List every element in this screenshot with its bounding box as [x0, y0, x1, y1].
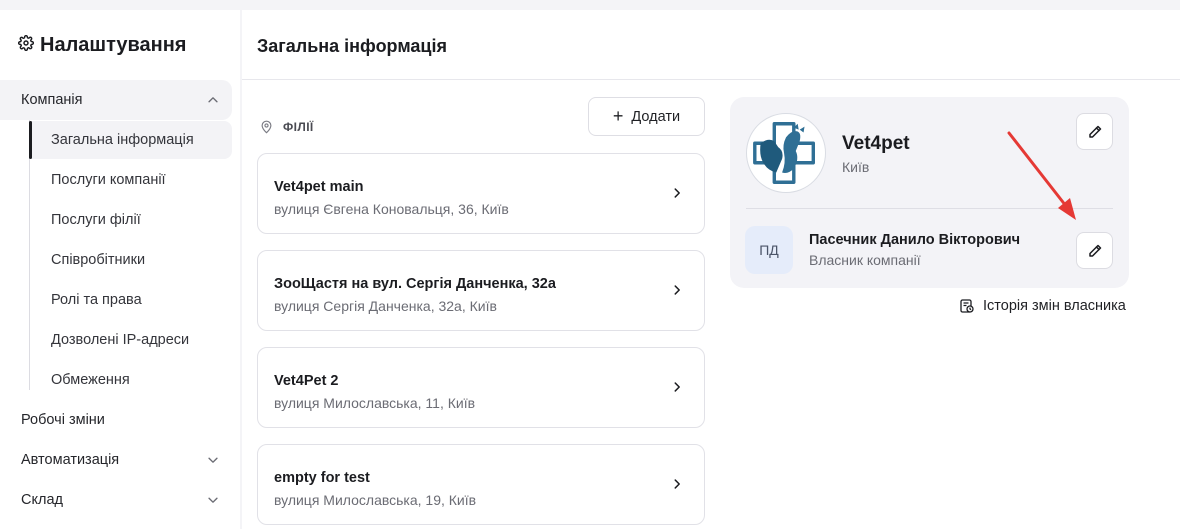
sidebar-item-label: Ролі та права: [51, 292, 142, 308]
sidebar-item-employees[interactable]: Співробітники: [30, 241, 232, 279]
settings-sidebar: Налаштування Компанія Загальна інформаці…: [0, 10, 240, 529]
branches-section-label: ФІЛІЇ: [260, 120, 314, 134]
sidebar-title: Налаштування: [17, 34, 187, 57]
branch-card[interactable]: Vet4pet main вулиця Євгена Коновальця, 3…: [257, 153, 705, 234]
branch-address: вулиця Милославська, 11, Київ: [274, 395, 476, 411]
company-name: Vet4pet: [842, 133, 910, 154]
sidebar-item-warehouse[interactable]: Склад: [0, 480, 232, 520]
page-title: Загальна інформація: [257, 36, 447, 56]
chevron-down-icon: [208, 497, 218, 503]
edit-owner-button[interactable]: [1076, 232, 1113, 269]
chevron-right-icon: [674, 382, 680, 392]
location-pin-icon: [261, 120, 272, 134]
owner-history-link[interactable]: Історія змін власника: [959, 298, 1126, 314]
sidebar-item-label: Робочі зміни: [21, 412, 105, 428]
sidebar-item-automation[interactable]: Автоматизація: [0, 440, 232, 480]
branch-address: вулиця Сергія Данченка, 32а, Київ: [274, 298, 497, 314]
pencil-icon: [1088, 244, 1101, 257]
gear-icon: [17, 34, 35, 57]
panel-divider: [746, 208, 1113, 209]
history-icon: [960, 299, 974, 313]
company-logo: [746, 113, 826, 193]
company-city: Київ: [842, 159, 870, 175]
owner-avatar: ПД: [745, 226, 793, 274]
sidebar-item-company-services[interactable]: Послуги компанії: [30, 161, 232, 199]
sidebar-item-label: Послуги філії: [51, 212, 141, 228]
chevron-right-icon: [674, 285, 680, 295]
page-header: Загальна інформація: [242, 10, 1180, 80]
sidebar-item-ip-addresses[interactable]: Дозволені IP-адреси: [30, 321, 232, 359]
chevron-down-icon: [208, 457, 218, 463]
edit-company-button[interactable]: [1076, 113, 1113, 150]
branch-card[interactable]: empty for test вулиця Милославська, 19, …: [257, 444, 705, 525]
sidebar-item-label: Послуги компанії: [51, 172, 166, 188]
owner-name: Пасечник Данило Вікторович: [809, 232, 1021, 248]
branch-address: вулиця Євгена Коновальця, 36, Київ: [274, 201, 509, 217]
branch-name: Vet4Pet 2: [274, 373, 339, 389]
sidebar-item-label: Дозволені IP-адреси: [51, 332, 190, 348]
history-link-label: Історія змін власника: [983, 298, 1126, 314]
chevron-right-icon: [674, 188, 680, 198]
add-button-label: Додати: [631, 108, 681, 125]
plus-icon: +: [612, 105, 624, 126]
add-branch-button[interactable]: + Додати: [588, 97, 705, 136]
chevron-right-icon: [674, 479, 680, 489]
sidebar-title-text: Налаштування: [40, 34, 187, 56]
branch-name: Vet4pet main: [274, 179, 364, 195]
sidebar-item-label: Склад: [21, 492, 63, 508]
branch-name: empty for test: [274, 470, 370, 486]
branch-address: вулиця Милославська, 19, Київ: [274, 492, 477, 508]
sidebar-item-general-info[interactable]: Загальна інформація: [29, 121, 232, 159]
branch-card[interactable]: Vet4Pet 2 вулиця Милославська, 11, Київ: [257, 347, 705, 428]
pencil-icon: [1088, 125, 1101, 138]
sidebar-item-label: Автоматизація: [21, 452, 120, 468]
company-info-panel: Vet4pet Київ ПД Пасечник Данило Вікторов…: [730, 97, 1129, 288]
sidebar-item-branch-services[interactable]: Послуги філії: [30, 201, 232, 239]
main-content: Загальна інформація ФІЛІЇ + Додати Vet4p…: [242, 10, 1180, 529]
sidebar-item-label: Обмеження: [51, 372, 130, 388]
chevron-up-icon: [208, 97, 218, 103]
sidebar-item-label: Співробітники: [51, 252, 146, 268]
sidebar-item-label: Компанія: [21, 92, 83, 108]
sidebar-item-restrictions[interactable]: Обмеження: [30, 361, 232, 399]
sidebar-item-company[interactable]: Компанія: [0, 80, 232, 120]
sidebar-item-work-shifts[interactable]: Робочі зміни: [0, 400, 232, 440]
owner-role: Власник компанії: [809, 252, 921, 268]
branches-label-text: ФІЛІЇ: [283, 120, 314, 134]
sidebar-item-roles[interactable]: Ролі та права: [30, 281, 232, 319]
branch-name: ЗооЩастя на вул. Сергія Данченка, 32а: [274, 276, 556, 292]
branch-card[interactable]: ЗооЩастя на вул. Сергія Данченка, 32а ву…: [257, 250, 705, 331]
sidebar-item-label: Загальна інформація: [51, 132, 194, 148]
